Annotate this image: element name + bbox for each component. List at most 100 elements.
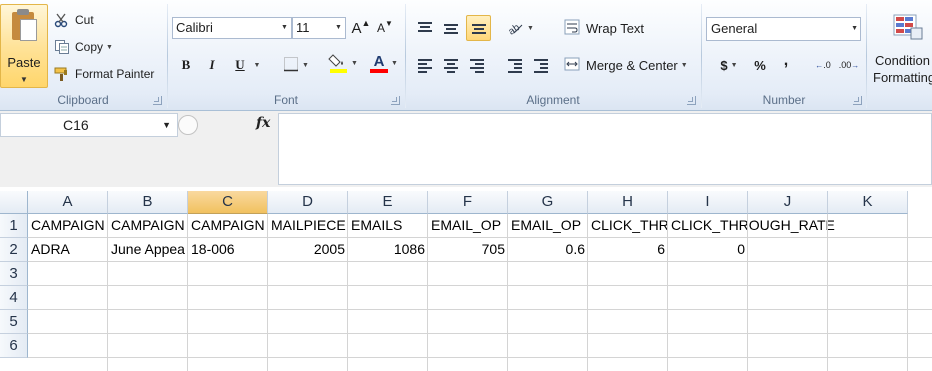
paste-button[interactable]: Paste ▼ (0, 4, 48, 88)
italic-button[interactable]: I (202, 54, 222, 76)
copy-dropdown-icon[interactable]: ▼ (106, 44, 113, 51)
formula-input[interactable] (278, 113, 932, 185)
increase-decimal-button[interactable]: ← .0 (812, 54, 834, 76)
column-header-e[interactable]: E (348, 191, 428, 214)
cell-c2[interactable]: 18-006 (188, 238, 268, 261)
orientation-button[interactable]: ab ▼ (504, 17, 536, 39)
font-color-icon: A (370, 53, 389, 73)
gridline (187, 214, 188, 371)
row-header-5[interactable]: 5 (0, 310, 28, 334)
cell-h1[interactable]: CLICK_THR (588, 214, 668, 237)
cell-i2[interactable]: 0 (668, 238, 748, 261)
column-header-c[interactable]: C (188, 191, 268, 214)
align-bottom-button[interactable] (466, 15, 491, 41)
font-name-combo[interactable]: Calibri ▼ (172, 17, 292, 39)
number-format-combo[interactable]: General ▼ (706, 17, 861, 41)
cell-f1[interactable]: EMAIL_OP (428, 214, 508, 237)
grow-font-icon: A (351, 19, 362, 37)
select-all-button[interactable] (0, 191, 28, 214)
cell-a1[interactable]: CAMPAIGN (28, 214, 108, 237)
format-painter-button[interactable]: Format Painter (54, 64, 154, 84)
cell-e1[interactable]: EMAILS (348, 214, 428, 237)
align-top-icon (418, 22, 432, 34)
align-middle-button[interactable] (440, 17, 462, 39)
gridline (107, 214, 108, 371)
column-header-a[interactable]: A (28, 191, 108, 214)
merge-center-button[interactable]: Merge & Center ▼ (564, 54, 698, 76)
gridline (747, 214, 748, 371)
align-right-button[interactable] (466, 54, 488, 76)
insert-function-icon[interactable]: fx (256, 115, 270, 131)
copy-button[interactable]: Copy ▼ (54, 37, 113, 57)
align-left-button[interactable] (414, 54, 436, 76)
column-header-i[interactable]: I (668, 191, 748, 214)
cell-b2[interactable]: June Appea (108, 238, 188, 261)
cell-h2[interactable]: 6 (588, 238, 668, 261)
wrap-text-label: Wrap Text (586, 20, 645, 36)
cut-button[interactable]: Cut (54, 10, 94, 30)
column-header-f[interactable]: F (428, 191, 508, 214)
gridline (267, 214, 268, 371)
cell-e2[interactable]: 1086 (348, 238, 428, 261)
row-header-6[interactable]: 6 (0, 334, 28, 358)
ribbon: Paste ▼ Cut Copy ▼ Format Painter Clipbo… (0, 0, 932, 111)
bold-button[interactable]: B (176, 54, 196, 76)
cell-f2[interactable]: 705 (428, 238, 508, 261)
paste-dropdown-icon[interactable]: ▼ (1, 75, 47, 84)
grow-font-button[interactable]: A ▲ (350, 17, 372, 39)
cell-d2[interactable]: 2005 (268, 238, 348, 261)
chevron-down-icon[interactable]: ▼ (162, 114, 171, 136)
borders-button[interactable]: ▼ (278, 54, 314, 76)
align-top-button[interactable] (414, 17, 436, 39)
fill-color-button[interactable]: ▼ (324, 52, 362, 74)
cell-b1[interactable]: CAMPAIGN (108, 214, 188, 237)
column-header-g[interactable]: G (508, 191, 588, 214)
align-center-button[interactable] (440, 54, 462, 76)
font-color-button[interactable]: A ▼ (366, 52, 402, 74)
cell-g1[interactable]: EMAIL_OP (508, 214, 588, 237)
decrease-indent-button[interactable] (504, 54, 526, 76)
comma-style-button[interactable]: , (778, 50, 794, 72)
row-header-1[interactable]: 1 (0, 214, 28, 238)
wrap-text-button[interactable]: Wrap Text (564, 17, 654, 39)
row-header-4[interactable]: 4 (0, 286, 28, 310)
name-box[interactable]: C16 ▼ (0, 113, 178, 137)
decrease-decimal-button[interactable]: .00 → (838, 54, 860, 76)
cell-i1[interactable]: CLICK_THROUGH_RATE (668, 214, 835, 237)
styles-group: Condition Formatting (867, 0, 932, 111)
shrink-font-button[interactable]: A ▼ (374, 17, 396, 39)
conditional-formatting-button[interactable]: Condition Formatting (867, 10, 932, 90)
conditional-formatting-label-2: Formatting (873, 70, 932, 85)
cell-g2[interactable]: 0.6 (508, 238, 588, 261)
percent-button[interactable]: % (750, 54, 770, 76)
row-header-2[interactable]: 2 (0, 238, 28, 262)
font-launcher-icon[interactable] (391, 96, 400, 105)
merge-dropdown-icon[interactable]: ▼ (681, 62, 688, 69)
column-header-h[interactable]: H (588, 191, 668, 214)
font-group-label: Font (273, 93, 298, 107)
table-row (28, 286, 932, 310)
number-group-label: Number (762, 93, 806, 107)
formula-bar-resize-handle[interactable] (178, 115, 198, 135)
column-header-j[interactable]: J (748, 191, 828, 214)
table-row: ADRA June Appea 18-006 2005 1086 705 0.6 6 0 (28, 238, 932, 262)
number-launcher-icon[interactable] (853, 96, 862, 105)
alignment-launcher-icon[interactable] (687, 96, 696, 105)
wrap-text-icon (564, 19, 580, 38)
underline-button[interactable]: U (230, 54, 250, 76)
column-header-k[interactable]: K (828, 191, 908, 214)
column-header-b[interactable]: B (108, 191, 188, 214)
cell-d1[interactable]: MAILPIECE (268, 214, 348, 237)
currency-button[interactable]: $ ▼ (712, 54, 746, 76)
cell-c1[interactable]: CAMPAIGN (188, 214, 268, 237)
clipboard-launcher-icon[interactable] (153, 96, 162, 105)
font-color-swatch (370, 69, 389, 73)
copy-label: Copy (75, 40, 104, 54)
row-header-3[interactable]: 3 (0, 262, 28, 286)
font-size-combo[interactable]: 11 ▼ (292, 17, 346, 39)
cell-a2[interactable]: ADRA (28, 238, 108, 261)
increase-indent-button[interactable] (530, 54, 552, 76)
underline-dropdown-icon[interactable]: ▼ (250, 54, 264, 76)
alignment-group: ab ▼ Wrap Text Merge & Center ▼ Alignmen… (406, 0, 700, 111)
column-header-d[interactable]: D (268, 191, 348, 214)
